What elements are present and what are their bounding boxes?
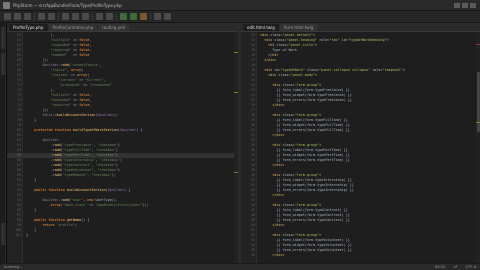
editor-tab[interactable]: routing.yml: [98, 24, 130, 31]
paste-icon[interactable]: [82, 13, 89, 20]
debug-icon[interactable]: [130, 13, 137, 20]
window-title: PhpStorm — src/AppBundle/Form/Type/Profi…: [13, 2, 122, 8]
window-controls: [454, 2, 480, 8]
maximize-button[interactable]: [462, 2, 468, 8]
twig-editor-pane[interactable]: edit.html.twig form.html.twig 12 <div clas…: [241, 23, 480, 263]
ide-window: PhpStorm — src/AppBundle/Form/Type/Profi…: [0, 0, 480, 270]
structure-tool-tab[interactable]: [1, 53, 5, 75]
title-bar: PhpStorm — src/AppBundle/Form/Type/Profi…: [0, 0, 480, 11]
code-area[interactable]: 12 <div class="panel-default"> 13 <div cla…: [241, 33, 480, 258]
app-icon: [3, 1, 10, 9]
code-text: }: [26, 233, 29, 237]
editor-tab[interactable]: ProfileController.php: [48, 24, 98, 31]
toolbar: [0, 11, 480, 23]
settings-icon[interactable]: [164, 13, 171, 20]
error-marker: [476, 44, 480, 45]
warning-marker: [476, 122, 480, 123]
close-button[interactable]: [470, 2, 476, 8]
toolbar-separator: [92, 12, 93, 21]
toolbar-separator: [116, 12, 117, 21]
redo-icon[interactable]: [48, 13, 55, 20]
new-file-icon[interactable]: [4, 13, 11, 20]
status-message: Indexing...: [4, 265, 23, 269]
line-separator[interactable]: LF: [453, 265, 457, 269]
line-number: 101: [15, 233, 21, 237]
vcs-icon[interactable]: [154, 13, 161, 20]
code-line[interactable]: 101}: [7, 233, 238, 238]
toolbar-separator: [34, 12, 35, 21]
undo-icon[interactable]: [38, 13, 45, 20]
code-line[interactable]: 56 </div>: [241, 253, 480, 258]
stop-icon[interactable]: [140, 13, 147, 20]
replace-icon[interactable]: [106, 13, 113, 20]
favorites-tool-tab[interactable]: [1, 223, 5, 245]
editor-tab[interactable]: form.html.twig: [279, 24, 318, 31]
line-number: 56: [251, 253, 255, 257]
editor-tab[interactable]: ProfileType.php: [9, 24, 48, 31]
editor-tabs: edit.html.twig form.html.twig: [241, 23, 480, 32]
error-stripe: [476, 32, 480, 263]
file-encoding[interactable]: UTF-8: [466, 265, 476, 269]
open-folder-icon[interactable]: [14, 13, 21, 20]
cut-icon[interactable]: [62, 13, 69, 20]
copy-icon[interactable]: [72, 13, 79, 20]
toolbar-separator: [150, 12, 151, 21]
project-tool-tab[interactable]: [1, 27, 5, 49]
code-area[interactable]: 61 ), 62 "multiple" => false, 63 "expanded…: [7, 33, 238, 238]
editor-tabs: ProfileType.php ProfileController.php rout…: [7, 23, 238, 32]
find-icon[interactable]: [96, 13, 103, 20]
minimize-button[interactable]: [454, 2, 460, 8]
run-icon[interactable]: [120, 13, 127, 20]
save-icon[interactable]: [24, 13, 31, 20]
tool-window-strip: [0, 23, 6, 263]
php-editor-pane[interactable]: ProfileType.php ProfileController.php rout…: [7, 23, 238, 263]
editor-tab[interactable]: edit.html.twig: [243, 24, 279, 31]
toolbar-separator: [58, 12, 59, 21]
status-bar: Indexing... 85:52 LF UTF-8: [0, 263, 480, 270]
code-text: </div>: [272, 253, 285, 257]
caret-position[interactable]: 85:52: [435, 265, 445, 269]
